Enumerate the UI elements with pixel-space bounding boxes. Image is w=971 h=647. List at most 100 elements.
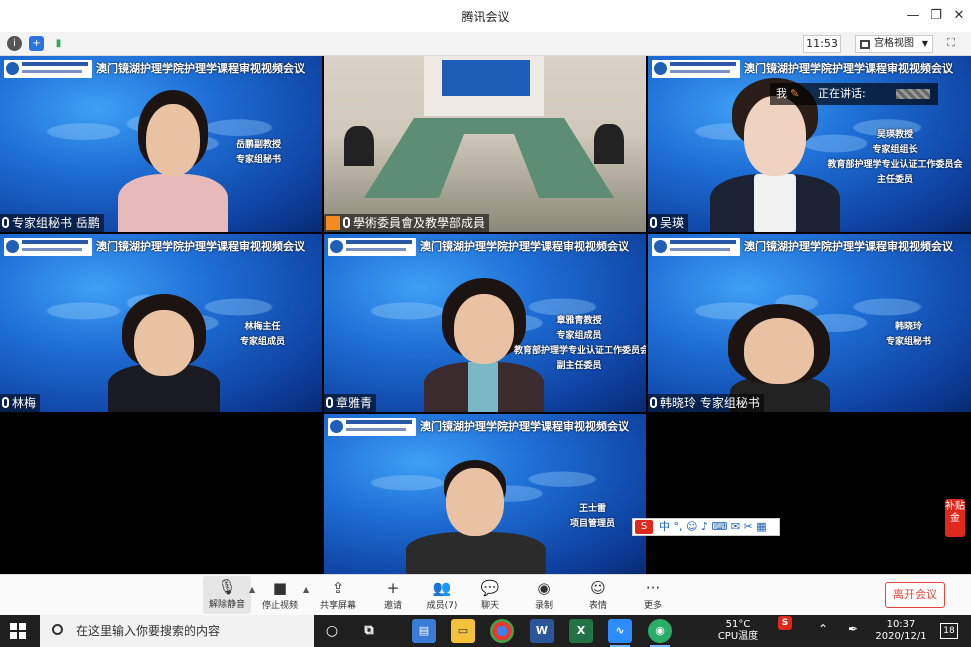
- cortana-icon[interactable]: ○: [320, 619, 344, 643]
- chat-button[interactable]: 💬 聊天: [466, 577, 514, 611]
- mic-icon: [343, 217, 350, 228]
- record-icon: ◉: [537, 579, 551, 597]
- minimize-icon[interactable]: —: [903, 6, 923, 26]
- logo: [652, 238, 740, 256]
- mic-icon: [326, 397, 333, 408]
- fullscreen-icon[interactable]: ⛶: [943, 36, 959, 52]
- wechat-icon[interactable]: ◉: [648, 619, 672, 647]
- participant-name-tag: 學術委員會及教學部成員: [324, 214, 490, 232]
- emoji-button[interactable]: ☺ 表情: [574, 577, 622, 611]
- promo-button[interactable]: 补贴金: [945, 499, 965, 537]
- shield-icon[interactable]: +: [29, 36, 44, 51]
- stop-video-button[interactable]: ■ 停止视频: [256, 577, 304, 611]
- chevron-down-icon: ▼: [921, 39, 928, 48]
- mic-icon: ✎: [790, 87, 800, 100]
- title-bar: 腾讯会议 — ❐ ✕: [0, 0, 971, 32]
- speaking-indicator: 我 ✎ 正在讲话:: [770, 83, 938, 105]
- maximize-icon[interactable]: ❐: [926, 6, 946, 26]
- tencent-meeting-icon[interactable]: ∿: [608, 619, 632, 647]
- emoji-icon: ☺: [590, 579, 606, 597]
- signal-icon[interactable]: ▮: [51, 36, 66, 51]
- participant-name-tag: 韩晓玲 专家组秘书: [648, 394, 764, 412]
- mic-icon: [2, 217, 9, 228]
- participant-caption: 王士雷 项目管理员: [570, 504, 616, 529]
- meeting-banner: 澳门镜湖护理学院护理学课程审视视频会议: [96, 62, 305, 75]
- invite-button[interactable]: + 邀请: [369, 577, 417, 611]
- mic-icon: [650, 217, 657, 228]
- word-icon[interactable]: W: [530, 619, 554, 643]
- participant-name-tag: 林梅: [0, 394, 41, 412]
- participant-video: [406, 460, 546, 574]
- conference-table: [364, 118, 614, 198]
- add-user-icon: +: [386, 579, 400, 597]
- windows-start-icon[interactable]: [10, 623, 26, 639]
- video-tile[interactable]: 澳门镜湖护理学院护理学课程审视视频会议 岳鹏副教授 专家组秘书 专家组秘书 岳鹏: [0, 56, 322, 232]
- participant-video: [594, 124, 624, 164]
- system-clock[interactable]: 10:37 2020/12/1: [872, 619, 930, 643]
- meeting-banner: 澳门镜湖护理学院护理学课程审视视频会议: [420, 420, 629, 433]
- file-explorer-icon[interactable]: ▭: [451, 619, 475, 643]
- participant-name-tag: 专家组秘书 岳鹏: [0, 214, 104, 232]
- info-icon[interactable]: i: [7, 36, 22, 51]
- logo: [652, 60, 740, 78]
- unmute-button[interactable]: 🎙 解除静音: [203, 576, 251, 614]
- pen-icon[interactable]: ✒: [845, 623, 861, 635]
- video-tile[interactable]: 澳门镜湖护理学院护理学课程审视视频会议 章雅青教授 专家组成员 教育部护理学专业…: [324, 234, 646, 412]
- video-tile[interactable]: 學術委員會及教學部成員: [324, 56, 646, 232]
- chevron-up-icon[interactable]: ⌃: [816, 623, 830, 635]
- sogou-logo: S: [635, 520, 653, 534]
- ime-toolbar[interactable]: S 中 °, ☺ ♪ ⌨ ✉ ✂ ▦: [632, 518, 780, 536]
- leave-meeting-button[interactable]: 离开会议: [885, 582, 945, 608]
- cpu-temperature: 51°C CPU温度: [717, 619, 759, 642]
- grid-icon: [860, 40, 870, 49]
- window-title: 腾讯会议: [461, 10, 510, 24]
- chevron-up-icon[interactable]: ▲: [249, 585, 255, 594]
- participant-video: [118, 90, 228, 232]
- participant-caption: 林梅主任 专家组成员: [240, 322, 286, 347]
- video-tile[interactable]: 澳门镜湖护理学院护理学课程审视视频会议 林梅主任 专家组成员 林梅: [0, 234, 322, 412]
- meeting-banner: 澳门镜湖护理学院护理学课程审视视频会议: [744, 62, 953, 75]
- meeting-clock: 11:53: [803, 35, 841, 53]
- taskbar-search[interactable]: 在这里输入你要搜索的内容: [40, 615, 314, 647]
- chrome-icon[interactable]: [490, 619, 514, 643]
- sogou-tray-icon[interactable]: S: [778, 616, 792, 630]
- speaker-me-label: 我: [776, 87, 787, 100]
- ime-icons[interactable]: 中 °, ☺ ♪ ⌨ ✉ ✂ ▦: [659, 519, 767, 535]
- meeting-info-bar: i + ▮ 11:53 宫格视图 ▼ ⛶: [0, 32, 971, 56]
- meeting-banner: 澳门镜湖护理学院护理学课程审视视频会议: [744, 240, 953, 253]
- chevron-up-icon[interactable]: ▲: [303, 585, 309, 594]
- participant-video: [108, 294, 220, 412]
- mic-off-icon: 🎙: [217, 578, 237, 596]
- participant-caption: 韩晓玲 专家组秘书: [886, 322, 932, 347]
- user-icon: [326, 216, 340, 230]
- mic-icon: [2, 397, 9, 408]
- notification-badge[interactable]: 18: [940, 623, 958, 639]
- video-grid: 澳门镜湖护理学院护理学课程审视视频会议 岳鹏副教授 专家组秘书 专家组秘书 岳鹏…: [0, 56, 971, 612]
- participant-name-tag: 吴瑛: [648, 214, 689, 232]
- speaking-label: 正在讲话:: [818, 87, 866, 100]
- members-button[interactable]: 👥 成员(7): [418, 577, 466, 611]
- video-tile[interactable]: 澳门镜湖护理学院护理学课程审视视频会议 王士雷 项目管理员: [324, 414, 646, 574]
- participant-caption: 吴瑛教授 专家组组长 教育部护理学专业认证工作委员会 主任委员: [827, 130, 963, 185]
- meeting-banner: 澳门镜湖护理学院护理学课程审视视频会议: [420, 240, 629, 253]
- video-tile[interactable]: 澳门镜湖护理学院护理学课程审视视频会议 韩晓玲 专家组秘书 韩晓玲 专家组秘书: [648, 234, 971, 412]
- chat-icon: 💬: [480, 579, 500, 597]
- excel-icon[interactable]: X: [569, 619, 593, 643]
- view-selector[interactable]: 宫格视图 ▼: [855, 35, 933, 53]
- task-view-icon[interactable]: ⧉: [357, 619, 381, 643]
- logo: [328, 238, 416, 256]
- more-button[interactable]: ··· 更多: [629, 577, 677, 611]
- speaker-name-blurred: [896, 89, 930, 99]
- share-screen-button[interactable]: ⇪ 共享屏幕: [314, 577, 362, 611]
- meeting-banner: 澳门镜湖护理学院护理学课程审视视频会议: [96, 240, 305, 253]
- record-button[interactable]: ◉ 录制: [520, 577, 568, 611]
- close-icon[interactable]: ✕: [949, 6, 969, 26]
- view-label: 宫格视图: [874, 38, 914, 49]
- members-icon: 👥: [432, 579, 452, 597]
- share-icon: ⇪: [331, 579, 345, 597]
- store-icon[interactable]: ▤: [412, 619, 436, 643]
- room-screen: [442, 60, 530, 96]
- search-icon: [52, 624, 63, 635]
- search-placeholder: 在这里输入你要搜索的内容: [76, 624, 221, 638]
- camera-icon: ■: [272, 579, 288, 597]
